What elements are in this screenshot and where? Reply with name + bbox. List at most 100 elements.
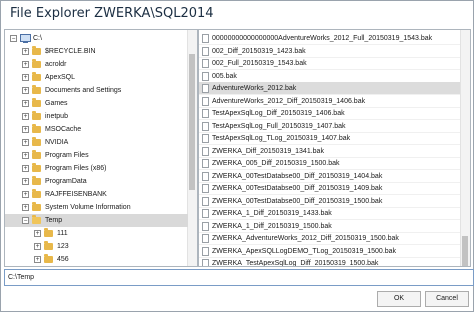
file-row[interactable]: ZWERKA_Diff_20150319_1341.bak: [199, 145, 460, 158]
expand-toggle-icon[interactable]: +: [34, 230, 41, 237]
tree-item-label: 123: [57, 243, 69, 250]
file-row[interactable]: 002_Full_20150319_1543.bak: [199, 57, 460, 70]
file-icon: [202, 59, 209, 68]
file-icon: [202, 109, 209, 118]
file-list-scrollbar-thumb[interactable]: [462, 236, 468, 266]
expand-toggle-icon[interactable]: +: [22, 100, 29, 107]
expand-toggle-icon[interactable]: +: [22, 126, 29, 133]
file-icon: [202, 84, 209, 93]
tree-scrollbar-thumb[interactable]: [189, 54, 195, 190]
expand-toggle-icon[interactable]: +: [22, 113, 29, 120]
tree-item[interactable]: − Temp: [5, 214, 188, 227]
expand-toggle-icon[interactable]: +: [22, 139, 29, 146]
folder-icon: [32, 59, 41, 68]
expand-toggle-icon[interactable]: +: [22, 165, 29, 172]
file-icon: [202, 46, 209, 56]
file-row[interactable]: ZWERKA_00TestDatabse00_Diff_20150319_150…: [199, 195, 460, 208]
expand-toggle-icon[interactable]: +: [22, 152, 29, 159]
file-icon: [202, 209, 209, 218]
tree-item-label: 111: [57, 230, 68, 237]
file-row[interactable]: ZWERKA_ApexSQLLogDEMO_TLog_20150319_1500…: [199, 245, 460, 258]
file-name: ZWERKA_1_Diff_20150319_1433.bak: [212, 210, 332, 217]
drive-icon: [20, 34, 31, 43]
file-name: TestApexSqlLog_Full_20150319_1407.bak: [212, 122, 346, 130]
file-name: 00000000000000000AdventureWorks_2012_Ful…: [212, 35, 433, 42]
folder-icon: [32, 150, 41, 159]
tree-item-label: $RECYCLE.BIN: [45, 48, 96, 55]
expand-toggle-icon[interactable]: +: [34, 243, 41, 250]
ok-button[interactable]: OK: [377, 291, 421, 307]
file-name: ZWERKA_005_Diff_20150319_1500.bak: [212, 160, 340, 167]
file-icon: [202, 246, 209, 256]
file-name: ZWERKA_Diff_20150319_1341.bak: [212, 147, 324, 155]
file-row[interactable]: ZWERKA_005_Diff_20150319_1500.bak: [199, 157, 460, 170]
file-row[interactable]: ZWERKA_1_Diff_20150319_1433.bak: [199, 207, 460, 220]
expand-toggle-icon[interactable]: +: [22, 204, 29, 211]
folder-icon: [32, 98, 41, 107]
expand-toggle-icon[interactable]: +: [22, 61, 29, 68]
expand-toggle-icon[interactable]: +: [22, 87, 29, 94]
file-name: ZWERKA_00TestDatabse00_Diff_20150319_140…: [212, 172, 383, 180]
expand-toggle-icon[interactable]: +: [34, 256, 41, 263]
file-list-scrollbar[interactable]: [460, 30, 470, 266]
expand-toggle-icon[interactable]: +: [22, 74, 29, 81]
file-row[interactable]: AdventureWorks_2012_Diff_20150319_1406.b…: [199, 95, 460, 108]
folder-tree[interactable]: − C:\ + $RECYCLE.BIN + acroldr + ApexSQL + Docume…: [4, 29, 198, 267]
file-icon: [202, 184, 209, 193]
file-row[interactable]: TestApexSqlLog_Diff_20150319_1406.bak: [199, 107, 460, 120]
file-icon: [202, 71, 209, 81]
tree-item-label: MSOCache: [45, 126, 82, 133]
tree-item-label: RAJFFEISENBANK: [45, 191, 107, 198]
folder-icon: [32, 189, 41, 198]
folder-icon: [32, 124, 41, 133]
cancel-button[interactable]: Cancel: [425, 291, 469, 307]
file-icon: [202, 259, 209, 266]
tree-item-label: 456: [57, 256, 69, 263]
collapse-toggle-icon[interactable]: −: [22, 217, 29, 224]
file-icon: [202, 96, 209, 106]
tree-scrollbar[interactable]: [187, 30, 197, 266]
tree-item-label: Program Files: [45, 152, 89, 159]
file-row[interactable]: 005.bak: [199, 70, 460, 83]
folder-icon: [32, 111, 41, 120]
tree-item-label: Documents and Settings: [45, 87, 122, 94]
file-row[interactable]: ZWERKA_00TestDatabse00_Diff_20150319_140…: [199, 170, 460, 183]
folder-icon: [44, 228, 53, 237]
file-row[interactable]: 002_Diff_20150319_1423.bak: [199, 45, 460, 58]
tree-item-label: Temp: [45, 217, 63, 224]
folder-icon: [32, 72, 41, 81]
collapse-toggle-icon[interactable]: −: [10, 35, 17, 42]
folder-icon: [44, 254, 53, 263]
file-name: 002_Full_20150319_1543.bak: [212, 60, 307, 67]
file-row[interactable]: AdventureWorks_2012.bak: [199, 82, 460, 95]
file-icon: [202, 134, 209, 143]
expand-toggle-icon[interactable]: +: [22, 178, 29, 185]
file-row[interactable]: ZWERKA_00TestDatabse00_Diff_20150319_140…: [199, 182, 460, 195]
file-list[interactable]: 00000000000000000AdventureWorks_2012_Ful…: [198, 29, 471, 267]
file-icon: [202, 159, 209, 168]
file-row[interactable]: ZWERKA_TestApexSqlLog_Diff_20150319_1500…: [199, 257, 460, 266]
file-row[interactable]: TestApexSqlLog_TLog_20150319_1407.bak: [199, 132, 460, 145]
file-name: ZWERKA_00TestDatabse00_Diff_20150319_150…: [212, 197, 383, 205]
file-row[interactable]: 00000000000000000AdventureWorks_2012_Ful…: [199, 32, 460, 45]
path-input[interactable]: [4, 269, 474, 286]
file-icon: [202, 221, 209, 231]
folder-icon: [32, 215, 41, 224]
tree-item-label: ProgramData: [45, 178, 87, 185]
window-title: File Explorer ZWERKA\SQL2014: [10, 6, 214, 21]
expand-toggle-icon[interactable]: +: [22, 191, 29, 198]
tree-item-label: C:\: [33, 35, 42, 42]
file-name: ZWERKA_1_Diff_20150319_1500.bak: [212, 222, 332, 230]
file-name: AdventureWorks_2012_Diff_20150319_1406.b…: [212, 97, 366, 105]
file-name: ZWERKA_00TestDatabse00_Diff_20150319_140…: [212, 185, 383, 192]
file-row[interactable]: TestApexSqlLog_Full_20150319_1407.bak: [199, 120, 460, 133]
tree-item-label: Program Files (x86): [45, 165, 107, 172]
file-row[interactable]: ZWERKA_1_Diff_20150319_1500.bak: [199, 220, 460, 233]
folder-icon: [32, 163, 41, 172]
expand-toggle-icon[interactable]: +: [22, 48, 29, 55]
file-icon: [202, 171, 209, 181]
file-row[interactable]: ZWERKA_AdventureWorks_2012_Diff_20150319…: [199, 232, 460, 245]
tree-item-label: acroldr: [45, 61, 67, 68]
file-name: AdventureWorks_2012.bak: [212, 85, 297, 92]
tree-item-label: ApexSQL: [45, 74, 75, 81]
